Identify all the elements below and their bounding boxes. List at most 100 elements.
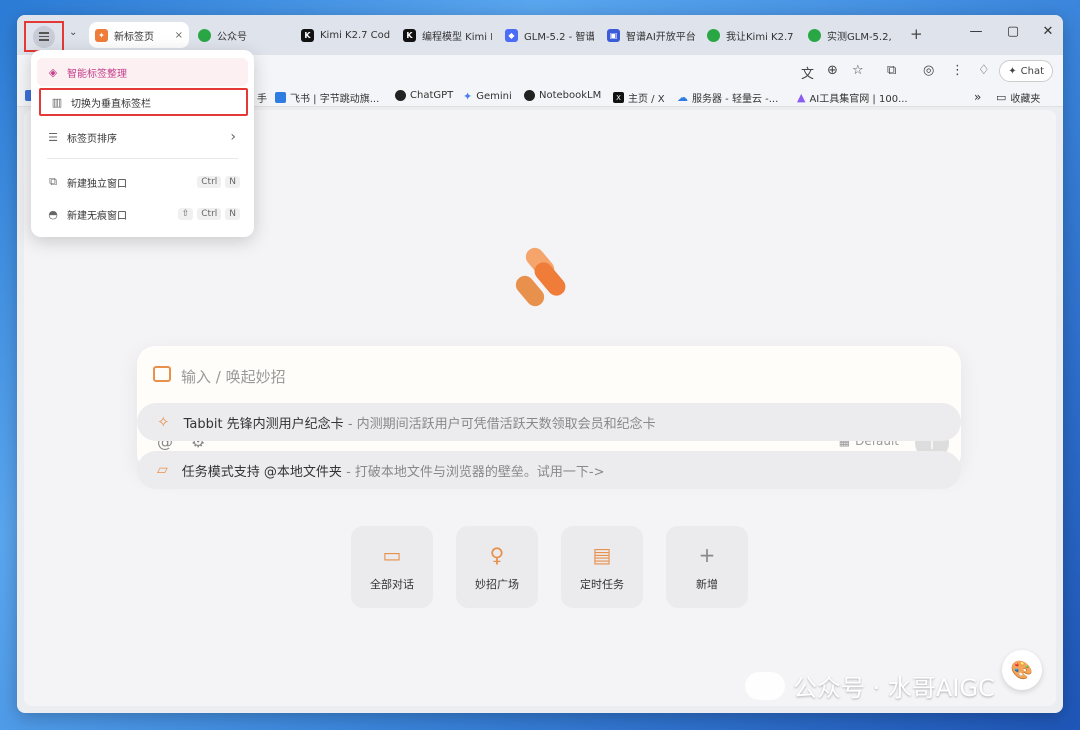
new-window-icon: ⧉ xyxy=(49,175,57,188)
bookmark-label: 飞书 | 字节跳动旗... xyxy=(290,94,380,105)
more-icon[interactable]: ⋮ xyxy=(951,63,964,78)
bookmarks-more-button[interactable]: » xyxy=(974,90,981,104)
chevron-right-icon: › xyxy=(230,129,236,145)
incognito-icon: ◓ xyxy=(48,207,58,221)
notice-pioneer-card[interactable]: ✧ Tabbit 先锋内测用户纪念卡 - 内测期间活跃用户可凭借活跃天数领取会员… xyxy=(137,403,961,441)
tab-label: 我让Kimi K2.7 C xyxy=(726,31,796,43)
folder-icon: ▱ xyxy=(157,462,168,478)
notice-local-folder[interactable]: ▱ 任务模式支持 @本地文件夹 - 打破本地文件与浏览器的壁垒。试用一下-> xyxy=(137,451,961,489)
tile-label: 新增 xyxy=(696,577,718,591)
menu-item-label: 智能标签整理 xyxy=(67,68,127,80)
maximize-icon[interactable]: ▢ xyxy=(1003,24,1023,39)
composer-input[interactable]: 输入 / 唤起妙招 xyxy=(181,366,286,387)
tabbit-logo xyxy=(515,247,566,307)
tab-wechat[interactable]: 公众号 xyxy=(192,22,282,48)
account-icon[interactable]: ◎ xyxy=(923,63,934,78)
tab-zhipu[interactable]: ▣ 智谱AI开放平台 xyxy=(601,22,696,48)
menu-item-smart-tab-organize[interactable]: ◈ 智能标签整理 xyxy=(37,58,248,86)
watermark: 公众号 · 水哥AIGC xyxy=(745,668,995,703)
bookmark-chatgpt[interactable]: ChatGPT xyxy=(395,90,453,101)
hamburger-icon xyxy=(33,25,55,48)
tab-bar: ⌄ ✦ 新标签页 × 公众号 K Kimi K2.7 Code K 编程模型 K… xyxy=(17,15,1063,55)
close-window-icon[interactable]: ✕ xyxy=(1038,24,1058,39)
watermark-text: 公众号 · 水哥AIGC xyxy=(793,674,995,702)
bookmark-label: Gemini xyxy=(476,91,512,102)
tile-add[interactable]: + 新增 xyxy=(666,526,748,608)
tab-label: GLM-5.2 - 智谱 xyxy=(524,31,594,43)
new-tab-plus-icon[interactable]: + xyxy=(910,25,923,43)
x-icon: X xyxy=(613,92,624,103)
tile-label: 定时任务 xyxy=(580,577,624,591)
tabbit-icon: ✦ xyxy=(95,28,108,42)
extensions-icon[interactable]: ⧉ xyxy=(887,63,896,78)
notice-title: Tabbit 先锋内测用户纪念卡 xyxy=(183,416,344,432)
menu-item-new-window[interactable]: ⧉ 新建独立窗口 Ctrl N xyxy=(37,168,248,196)
wechat-logo-icon xyxy=(745,671,785,700)
chat-button[interactable]: ✦ Chat xyxy=(999,60,1053,82)
sparkle-icon: ✦ xyxy=(1008,65,1017,77)
lightbulb-icon: ♀ xyxy=(489,542,505,567)
tab-wechat-kimi[interactable]: 我让Kimi K2.7 C xyxy=(701,22,796,48)
kimi-icon: K xyxy=(301,28,314,42)
shortcut: ⇧ Ctrl N xyxy=(177,208,240,220)
menu-item-vertical-tabs[interactable]: ▥ 切换为垂直标签栏 xyxy=(39,88,248,116)
bookmark-cloud[interactable]: ☁ 服务器 - 轻量云 -... xyxy=(677,90,778,105)
glm-icon: ◆ xyxy=(505,28,518,42)
quick-actions: ▭ 全部对话 ♀ 妙招广场 ▤ 定时任务 + 新增 xyxy=(351,526,748,608)
menu-divider xyxy=(47,158,238,159)
menu-item-tab-sort[interactable]: ☰ 标签页排序 › xyxy=(37,123,248,151)
menu-item-incognito-window[interactable]: ◓ 新建无痕窗口 ⇧ Ctrl N xyxy=(37,200,248,228)
notice-desc: - 打破本地文件与浏览器的壁垒。试用一下-> xyxy=(346,464,605,480)
vertical-tabs-icon: ▥ xyxy=(51,95,63,109)
wechat-icon xyxy=(808,28,821,42)
zoom-icon[interactable]: ⊕ xyxy=(827,63,838,78)
tile-scheduled-tasks[interactable]: ▤ 定时任务 xyxy=(561,526,643,608)
feishu-icon xyxy=(275,92,286,103)
lightbulb-icon[interactable]: ♢ xyxy=(978,63,990,78)
wechat-icon xyxy=(707,28,720,42)
palette-icon[interactable]: 🎨 xyxy=(1002,650,1042,690)
tab-kimi-code[interactable]: K Kimi K2.7 Code xyxy=(295,22,390,48)
tab-new-tab[interactable]: ✦ 新标签页 × xyxy=(89,22,189,48)
star-icon[interactable]: ☆ xyxy=(852,63,864,78)
bookmark-feishu[interactable]: 飞书 | 字节跳动旗... xyxy=(275,90,379,105)
tile-all-chats[interactable]: ▭ 全部对话 xyxy=(351,526,433,608)
tab-kimi-model[interactable]: K 编程模型 Kimi K xyxy=(397,22,492,48)
bookmark-label: 手 xyxy=(257,94,267,105)
kimi-icon: K xyxy=(403,28,416,42)
close-icon[interactable]: × xyxy=(175,30,183,41)
tab-label: 编程模型 Kimi K xyxy=(422,31,492,43)
minimize-icon[interactable]: — xyxy=(966,24,986,39)
folder-label: 收藏夹 xyxy=(1010,94,1041,105)
bookmark-notebooklm[interactable]: NotebookLM xyxy=(524,90,601,101)
menu-item-label: 标签页排序 xyxy=(67,133,117,145)
tile-tricks-square[interactable]: ♀ 妙招广场 xyxy=(456,526,538,608)
bookmarks-folder[interactable]: ▭ 收藏夹 xyxy=(996,90,1040,105)
cloud-icon: ☁ xyxy=(677,91,688,104)
tab-wechat-glm[interactable]: 实测GLM-5.2, xyxy=(802,22,897,48)
main-menu-button[interactable] xyxy=(24,21,64,52)
bookmark-label: ChatGPT xyxy=(410,90,454,101)
tab-glm[interactable]: ◆ GLM-5.2 - 智谱 xyxy=(499,22,594,48)
chevron-down-icon[interactable]: ⌄ xyxy=(69,27,77,38)
folder-icon: ▭ xyxy=(996,91,1007,104)
tab-label: Kimi K2.7 Code xyxy=(320,29,390,41)
gemini-icon: ✦ xyxy=(463,90,473,103)
layers-icon: ◈ xyxy=(48,65,58,79)
bookmark-gemini[interactable]: ✦ Gemini xyxy=(463,90,512,103)
bookmark-aitools[interactable]: ▲ AI工具集官网 | 100... xyxy=(797,90,908,105)
bookmark-x[interactable]: X 主页 / X xyxy=(613,90,665,105)
sparkle-icon: ✧ xyxy=(157,413,170,431)
menu-item-label: 新建无痕窗口 xyxy=(67,210,127,222)
chat-icon: ▭ xyxy=(382,542,402,567)
plus-icon: + xyxy=(698,542,716,567)
translate-icon[interactable]: 文 xyxy=(801,63,814,82)
bookmark-item[interactable]: 手 xyxy=(257,90,267,105)
menu-item-label: 切换为垂直标签栏 xyxy=(71,98,151,110)
tab-label: 智谱AI开放平台 xyxy=(626,31,696,43)
message-icon xyxy=(153,366,171,382)
tab-label: 实测GLM-5.2, xyxy=(827,31,892,43)
bookmark-label: AI工具集官网 | 100... xyxy=(809,94,908,105)
notice-title: 任务模式支持 @本地文件夹 xyxy=(181,464,342,480)
shortcut: Ctrl N xyxy=(197,176,240,188)
